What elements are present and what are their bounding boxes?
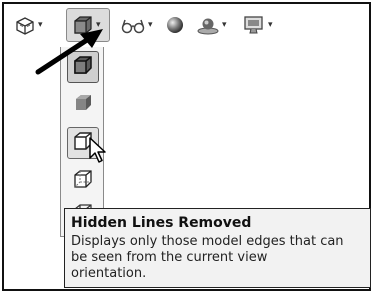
display-style-icon-wrap: ▾ <box>72 10 101 40</box>
tooltip-title: Hidden Lines Removed <box>71 215 252 231</box>
mouse-pointer-icon <box>88 136 110 170</box>
sphere-icon <box>164 14 186 36</box>
glasses-icon <box>120 14 146 36</box>
shaded-cube-icon <box>71 91 95 119</box>
chevron-down-icon[interactable]: ▾ <box>222 20 227 30</box>
tooltip-description-line: orientation. <box>71 266 147 281</box>
view-orientation-button[interactable]: ▾ <box>14 10 43 40</box>
chevron-down-icon[interactable]: ▾ <box>268 20 273 30</box>
apply-scene-button[interactable]: ▾ <box>196 10 227 40</box>
scene-icon <box>196 14 220 36</box>
monitor-settings-icon <box>242 14 266 36</box>
tooltip-description-line: be seen from the current view <box>71 250 268 265</box>
view-settings-button[interactable]: ▾ <box>242 10 273 40</box>
view-orientation-icon <box>14 14 36 36</box>
hidden-lines-visible-cube-icon <box>71 167 95 195</box>
flyout-item-shaded-with-edges[interactable] <box>67 51 99 83</box>
tooltip: Hidden Lines Removed Displays only those… <box>64 208 371 288</box>
hide-show-items-button[interactable]: ▾ <box>120 10 153 40</box>
flyout-item-shaded[interactable] <box>67 89 99 121</box>
tooltip-description-line: Displays only those model edges that can <box>71 234 344 249</box>
chevron-down-icon[interactable]: ▾ <box>148 20 153 30</box>
edit-appearance-button[interactable] <box>164 10 186 40</box>
chevron-down-icon[interactable]: ▾ <box>38 20 43 30</box>
display-style-cube-icon <box>72 14 94 36</box>
view-toolbar: ▾ ▾ ▾ ▾ ▾ <box>4 5 371 45</box>
tooltip-description: Displays only those model edges that can… <box>71 234 364 282</box>
chevron-down-icon[interactable]: ▾ <box>96 20 101 30</box>
shaded-edges-cube-icon <box>71 53 95 81</box>
